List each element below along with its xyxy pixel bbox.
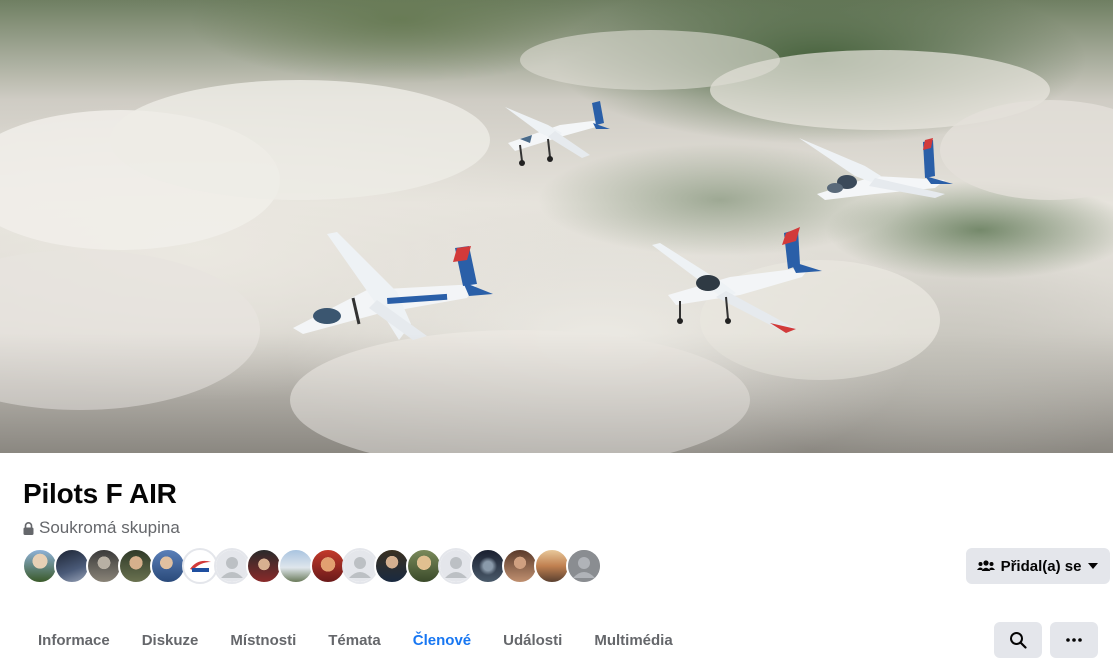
member-avatar[interactable] bbox=[214, 548, 250, 584]
member-avatar[interactable] bbox=[438, 548, 474, 584]
tab-multimedia[interactable]: Multimédia bbox=[578, 622, 688, 658]
member-avatar[interactable] bbox=[182, 548, 218, 584]
tab-udalosti[interactable]: Události bbox=[487, 622, 578, 658]
group-tabs: Informace Diskuze Místnosti Témata Členo… bbox=[22, 622, 689, 658]
default-avatar-icon bbox=[344, 550, 376, 582]
member-avatar[interactable] bbox=[118, 548, 154, 584]
member-avatar[interactable] bbox=[246, 548, 282, 584]
member-avatar[interactable] bbox=[374, 548, 410, 584]
member-avatar[interactable] bbox=[470, 548, 506, 584]
airplane-4 bbox=[652, 227, 822, 333]
group-cover-photo[interactable] bbox=[0, 0, 1113, 453]
airplane-2 bbox=[799, 138, 953, 200]
default-avatar-icon bbox=[440, 550, 472, 582]
member-avatar[interactable] bbox=[502, 548, 538, 584]
privacy-label: Soukromá skupina bbox=[39, 518, 180, 537]
member-avatar[interactable] bbox=[22, 548, 58, 584]
member-avatar[interactable] bbox=[406, 548, 442, 584]
tab-informace[interactable]: Informace bbox=[22, 622, 126, 658]
tab-mistnosti[interactable]: Místnosti bbox=[214, 622, 312, 658]
member-avatar[interactable] bbox=[54, 548, 90, 584]
airplane-1 bbox=[505, 101, 610, 166]
member-avatars[interactable] bbox=[22, 548, 602, 584]
more-options-button[interactable] bbox=[1050, 622, 1098, 658]
lock-icon bbox=[23, 521, 34, 535]
ellipsis-icon bbox=[1066, 638, 1082, 642]
group-title[interactable]: Pilots F AIR bbox=[23, 478, 177, 510]
joined-button[interactable]: Přidal(a) se bbox=[966, 548, 1110, 584]
member-avatar[interactable] bbox=[278, 548, 314, 584]
search-button[interactable] bbox=[994, 622, 1042, 658]
members-icon bbox=[976, 560, 995, 571]
member-avatar[interactable] bbox=[534, 548, 570, 584]
cover-shade bbox=[0, 333, 1113, 453]
member-avatar[interactable] bbox=[150, 548, 186, 584]
member-avatar[interactable] bbox=[342, 548, 378, 584]
group-privacy[interactable]: Soukromá skupina bbox=[23, 518, 180, 538]
caret-down-icon bbox=[1088, 563, 1099, 569]
member-avatar[interactable] bbox=[310, 548, 346, 584]
member-avatar[interactable] bbox=[566, 548, 602, 584]
tab-clenove[interactable]: Členové bbox=[397, 622, 487, 658]
tab-temata[interactable]: Témata bbox=[312, 622, 397, 658]
search-icon bbox=[1010, 632, 1027, 649]
joined-button-label: Přidal(a) se bbox=[1000, 557, 1082, 575]
fair-logo-icon bbox=[190, 560, 211, 572]
airplane-3 bbox=[293, 232, 493, 340]
default-avatar-icon bbox=[216, 550, 248, 582]
default-avatar-icon bbox=[568, 550, 600, 582]
tab-diskuze[interactable]: Diskuze bbox=[126, 622, 215, 658]
member-avatar[interactable] bbox=[86, 548, 122, 584]
